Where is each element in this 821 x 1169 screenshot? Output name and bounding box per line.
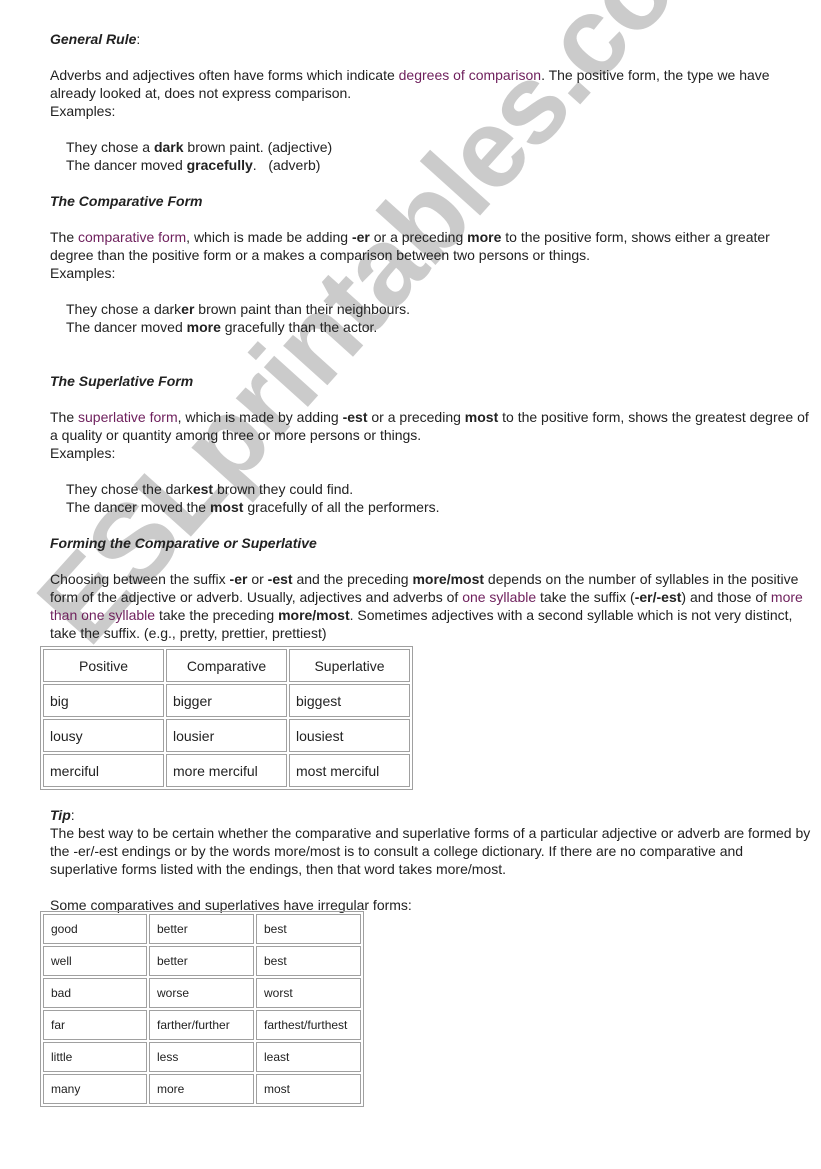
table-cell: merciful — [43, 754, 164, 787]
table-cell: best — [256, 914, 361, 944]
example-sentence: They chose a dark brown paint. (adjectiv… — [66, 139, 333, 155]
comparative-form-link[interactable]: comparative form — [78, 229, 186, 245]
one-syllable-link[interactable]: one syllable — [462, 589, 536, 605]
example-sentence: They chose the darkest brown they could … — [66, 481, 354, 497]
forming-heading: Forming the Comparative or Superlative — [50, 535, 317, 551]
table-cell: farther/further — [149, 1010, 254, 1040]
forming-paragraph: Choosing between the suffix -er or -est … — [50, 571, 803, 641]
table-cell: far — [43, 1010, 147, 1040]
example-sentence: The dancer moved the most gracefully of … — [66, 499, 440, 515]
table-cell: worse — [149, 978, 254, 1008]
table-row: well better best — [43, 946, 361, 976]
tip-heading: Tip: — [50, 807, 75, 823]
comparative-heading: The Comparative Form — [50, 193, 203, 209]
table-cell: worst — [256, 978, 361, 1008]
table-cell: better — [149, 946, 254, 976]
table-cell: well — [43, 946, 147, 976]
table-cell: many — [43, 1074, 147, 1104]
table-header-row: Positive Comparative Superlative — [43, 649, 410, 682]
example-sentence: They chose a darker brown paint than the… — [66, 301, 410, 317]
table-row: far farther/further farthest/furthest — [43, 1010, 361, 1040]
table-row: lousy lousier lousiest — [43, 719, 410, 752]
degrees-of-comparison-link[interactable]: degrees of comparison — [399, 67, 541, 83]
table-cell: lousiest — [289, 719, 410, 752]
header-cell: Superlative — [289, 649, 410, 682]
general-rule-paragraph: Adverbs and adjectives often have forms … — [50, 67, 770, 101]
forms-table: Positive Comparative Superlative big big… — [40, 646, 413, 790]
table-row: bad worse worst — [43, 978, 361, 1008]
table-cell: big — [43, 684, 164, 717]
comparative-paragraph: The comparative form, which is made be a… — [50, 229, 770, 263]
example-sentence: The dancer moved gracefully. (adverb) — [66, 157, 321, 173]
table-cell: most merciful — [289, 754, 410, 787]
table-cell: little — [43, 1042, 147, 1072]
table-cell: bad — [43, 978, 147, 1008]
table-cell: lousy — [43, 719, 164, 752]
examples-label: Examples: — [50, 445, 116, 461]
document-body: General Rule: Adverbs and adjectives oft… — [50, 30, 812, 642]
superlative-form-link[interactable]: superlative form — [78, 409, 178, 425]
table-cell: most — [256, 1074, 361, 1104]
table-cell: good — [43, 914, 147, 944]
table-cell: better — [149, 914, 254, 944]
example-sentence: The dancer moved more gracefully than th… — [66, 319, 378, 335]
table-row: merciful more merciful most merciful — [43, 754, 410, 787]
table-cell: farthest/furthest — [256, 1010, 361, 1040]
table-cell: best — [256, 946, 361, 976]
table-cell: lousier — [166, 719, 287, 752]
examples-label: Examples: — [50, 265, 116, 281]
header-cell: Positive — [43, 649, 164, 682]
table-row: big bigger biggest — [43, 684, 410, 717]
examples-label: Examples: — [50, 103, 116, 119]
tip-section: Tip: The best way to be certain whether … — [50, 806, 812, 914]
tip-paragraph: The best way to be certain whether the c… — [50, 825, 811, 877]
table-cell: more — [149, 1074, 254, 1104]
header-cell: Comparative — [166, 649, 287, 682]
table-row: little less least — [43, 1042, 361, 1072]
table-row: good better best — [43, 914, 361, 944]
general-rule-heading: General Rule: — [50, 31, 141, 47]
table-cell: biggest — [289, 684, 410, 717]
table-cell: more merciful — [166, 754, 287, 787]
table-cell: least — [256, 1042, 361, 1072]
superlative-heading: The Superlative Form — [50, 373, 194, 389]
superlative-paragraph: The superlative form, which is made by a… — [50, 409, 809, 443]
table-row: many more most — [43, 1074, 361, 1104]
table-cell: less — [149, 1042, 254, 1072]
irregular-forms-table: good better best well better best bad worse wo… — [40, 911, 364, 1107]
table-cell: bigger — [166, 684, 287, 717]
